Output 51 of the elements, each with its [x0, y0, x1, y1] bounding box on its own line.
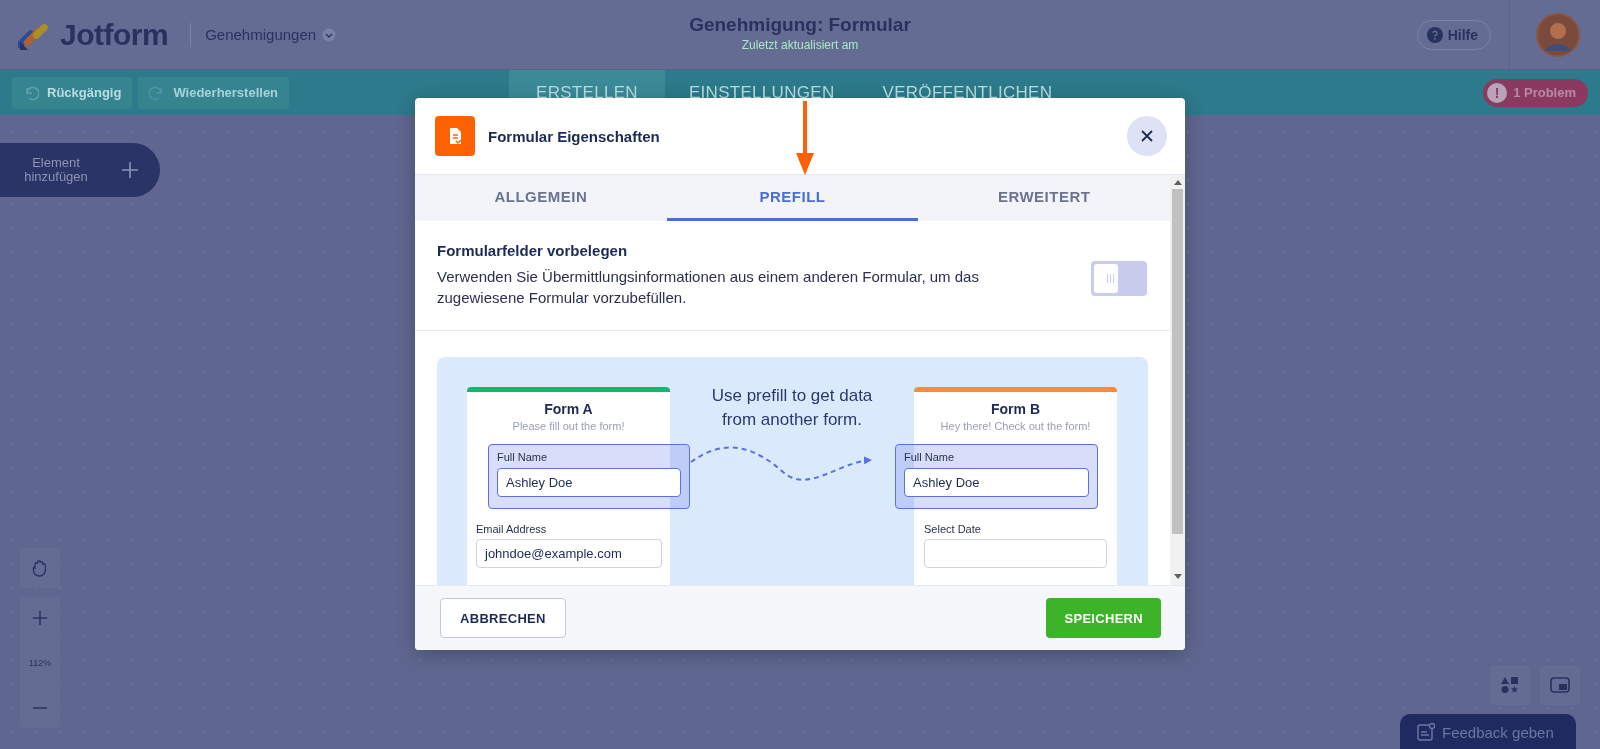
- shapes-icon: [1500, 675, 1520, 695]
- form-subtitle: Please fill out the form!: [511, 420, 626, 432]
- save-button[interactable]: SPEICHERN: [1046, 598, 1161, 638]
- avatar-icon[interactable]: [1536, 12, 1580, 57]
- dialog-tab[interactable]: ALLGEMEIN: [415, 175, 667, 221]
- dialog-tab[interactable]: ERWEITERT: [918, 175, 1170, 221]
- last-updated-text: Zuletzt aktualisiert am: [741, 38, 859, 52]
- setting-title: Formularfelder vorbelegen: [437, 242, 629, 259]
- chevron-down-icon[interactable]: [322, 27, 337, 42]
- dialog-title: Formular Eigenschaften: [488, 127, 660, 145]
- feedback-button[interactable]: Feedback geben: [1400, 714, 1576, 749]
- form-title: Form A: [543, 401, 594, 417]
- toolbar-tab[interactable]: EINSTELLUNGEN: [664, 70, 859, 115]
- form-title: Genehmigung: Formular: [689, 14, 911, 36]
- input-field: johndoe@example.com: [476, 539, 662, 568]
- toggle-switch[interactable]: [1091, 261, 1147, 296]
- setting-description: Verwenden Sie Übermittlungsinformationen aus einem anderen Formular, um das zugewiesene Formular vorzubefüllen.: [437, 267, 980, 308]
- zoom-in-icon: [32, 610, 48, 626]
- scrollbar[interactable]: [1170, 175, 1185, 585]
- input-field: Ashley Doe: [904, 468, 1089, 497]
- undo-button[interactable]: Rückgängig: [12, 76, 133, 109]
- plus-icon: [120, 160, 140, 180]
- undo-icon: [23, 84, 39, 101]
- feedback-icon: [1416, 722, 1436, 742]
- field-label: Email Address: [476, 523, 548, 535]
- problem-button[interactable]: ! 1 Problem: [1483, 78, 1588, 107]
- field-label: Full Name: [497, 451, 549, 463]
- logo-text[interactable]: Jotform: [60, 17, 169, 52]
- field-label: Select Date: [924, 523, 982, 535]
- zoom-level: 112%: [28, 657, 52, 670]
- redo-button[interactable]: Wiederherstellen: [138, 76, 290, 109]
- field-label: Full Name: [904, 451, 956, 463]
- scroll-down-icon[interactable]: [1173, 574, 1182, 580]
- input-field: Ashley Doe: [497, 468, 681, 497]
- add-element-button[interactable]: Element hinzufügen: [0, 143, 160, 197]
- illustration-caption: Use prefill to get data from another form.: [710, 385, 874, 431]
- form-subtitle: Hey there! Check out the form!: [939, 420, 1092, 432]
- shapes-button[interactable]: [1490, 665, 1530, 705]
- help-icon: [1426, 26, 1443, 43]
- cancel-button[interactable]: ABBRECHEN: [440, 598, 566, 638]
- form-title: Form B: [990, 401, 1041, 417]
- picture-in-picture-icon: [1549, 675, 1571, 695]
- warning-icon: !: [1487, 82, 1508, 103]
- scroll-up-icon[interactable]: [1173, 179, 1182, 185]
- dialog-tab[interactable]: PREFILL: [666, 175, 919, 221]
- grip-icon: [1107, 274, 1114, 283]
- close-button[interactable]: [1127, 116, 1167, 156]
- close-icon: [1141, 130, 1153, 142]
- breadcrumb-link[interactable]: Genehmigungen: [205, 26, 317, 43]
- preview-button[interactable]: [1540, 665, 1580, 705]
- toolbar-tab[interactable]: VERÖFFENTLICHEN: [858, 70, 1077, 115]
